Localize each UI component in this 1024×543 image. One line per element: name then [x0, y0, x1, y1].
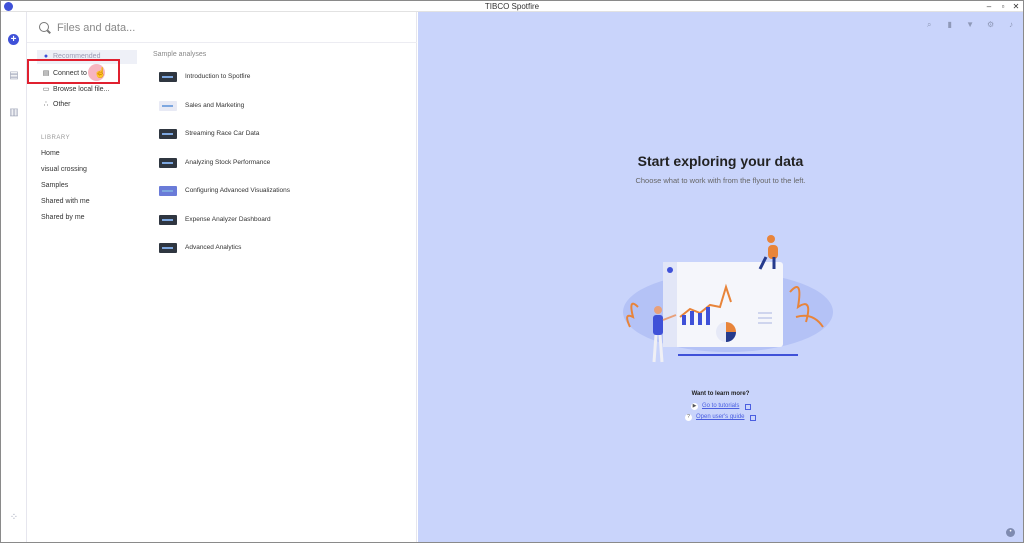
learn-more-heading: Want to learn more? [691, 391, 750, 397]
library-item-shared-with-me[interactable]: Shared with me [41, 196, 90, 208]
sample-item[interactable]: Streaming Race Car Data [159, 127, 389, 141]
nav-browse-local-file[interactable]: ▭ Browse local file... [37, 83, 137, 97]
bookmark-icon[interactable]: ▮ [944, 19, 956, 31]
help-icon: ? [685, 414, 692, 421]
sample-thumbnail [159, 158, 177, 168]
nav-other[interactable]: ∴ Other [37, 98, 137, 112]
left-rail: + ▤ ▥ ⁘ [1, 12, 27, 542]
maximize-button[interactable]: ▫ [997, 1, 1009, 12]
bell-icon[interactable]: ♪ [1005, 19, 1017, 31]
search-icon [39, 22, 49, 32]
sample-thumbnail [159, 129, 177, 139]
sample-item[interactable]: Advanced Analytics [159, 241, 389, 255]
library-item-home[interactable]: Home [41, 148, 60, 160]
library-heading: LIBRARY [41, 135, 71, 141]
sample-label: Configuring Advanced Visualizations [185, 187, 291, 194]
divider [27, 42, 417, 43]
tutorials-link[interactable]: Go to tutorials [702, 403, 739, 409]
library-item-shared-by-me[interactable]: Shared by me [41, 212, 85, 224]
sample-thumbnail [159, 215, 177, 225]
minimize-button[interactable]: – [983, 1, 995, 12]
nav-label: Other [53, 101, 71, 108]
sample-thumbnail [159, 101, 177, 111]
search-box [39, 18, 399, 38]
sample-label: Streaming Race Car Data [185, 130, 260, 137]
settings-icon[interactable]: ⚙ [985, 19, 997, 31]
filter-icon[interactable]: ▼ [964, 19, 976, 31]
external-link-icon [750, 415, 756, 421]
users-guide-link[interactable]: Open user's guide [696, 414, 745, 420]
data-exploration-illustration [623, 235, 833, 363]
hand-cursor-icon: ☝ [94, 68, 107, 79]
empty-state-subtitle: Choose what to work with from the flyout… [635, 176, 806, 185]
sample-item[interactable]: Introduction to Spotfire [159, 70, 389, 84]
status-icon[interactable]: • [1006, 528, 1015, 537]
search-icon[interactable]: ⌕ [923, 19, 935, 31]
sample-label: Expense Analyzer Dashboard [185, 216, 271, 223]
main-canvas: ⌕ ▮ ▼ ⚙ ♪ Start exploring your data Choo… [418, 12, 1023, 542]
folder-icon: ▭ [42, 86, 50, 93]
network-icon[interactable]: ⁘ [8, 512, 20, 524]
sample-thumbnail [159, 72, 177, 82]
top-toolbar: ⌕ ▮ ▼ ⚙ ♪ [919, 14, 1017, 29]
sample-item[interactable]: Sales and Marketing [159, 99, 389, 113]
files-and-data-flyout: ● Recommended ▤ Connect to ▭ Browse loca… [27, 12, 417, 542]
play-icon: ▶ [691, 403, 698, 410]
sample-item[interactable]: Configuring Advanced Visualizations [159, 184, 389, 198]
title-bar: TIBCO Spotfire – ▫ ✕ [1, 1, 1023, 12]
dots-icon: ∴ [43, 101, 49, 108]
external-link-icon [745, 404, 751, 410]
library-item-visual-crossing[interactable]: visual crossing [41, 164, 87, 176]
nav-label: Browse local file... [53, 86, 110, 93]
library-item-samples[interactable]: Samples [41, 180, 68, 192]
data-canvas-icon[interactable]: ▤ [8, 70, 20, 82]
empty-state-title: Start exploring your data [637, 153, 804, 169]
sample-thumbnail [159, 186, 177, 196]
search-input[interactable] [57, 18, 387, 38]
close-button[interactable]: ✕ [1010, 1, 1022, 12]
visualization-icon[interactable]: ▥ [8, 107, 20, 119]
sample-label: Introduction to Spotfire [185, 73, 251, 80]
sample-label: Sales and Marketing [185, 102, 245, 109]
sample-label: Analyzing Stock Performance [185, 159, 271, 166]
sample-item[interactable]: Analyzing Stock Performance [159, 156, 389, 170]
sample-label: Advanced Analytics [185, 244, 242, 251]
app-window: TIBCO Spotfire – ▫ ✕ + ▤ ▥ ⁘ ● Recommend… [0, 0, 1024, 543]
window-title: TIBCO Spotfire [484, 2, 540, 11]
sample-item[interactable]: Expense Analyzer Dashboard [159, 213, 389, 227]
sample-thumbnail [159, 243, 177, 253]
samples-heading: Sample analyses [153, 51, 207, 58]
add-data-button[interactable]: + [8, 34, 19, 45]
